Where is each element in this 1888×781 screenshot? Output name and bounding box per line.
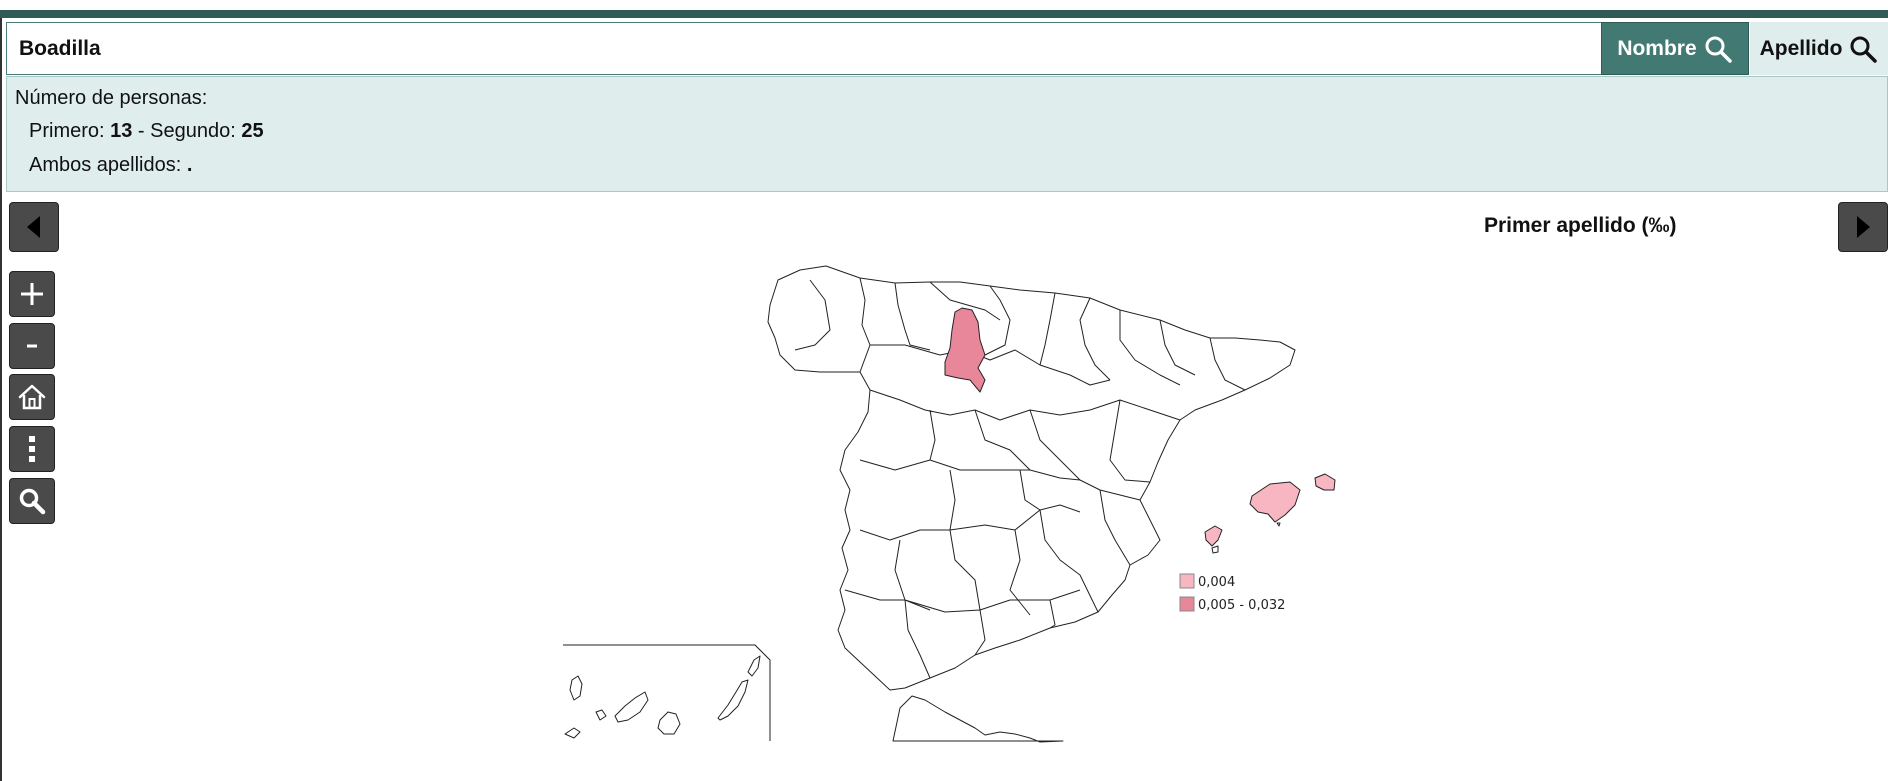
province-highlight-low-menorca xyxy=(1314,473,1336,491)
legend-label-low: 0,004 xyxy=(1198,575,1235,590)
canary-tenerife xyxy=(614,691,649,723)
legend-label-high: 0,005 - 0,032 xyxy=(1198,598,1285,613)
province-highlight-low-ibiza xyxy=(1204,525,1223,547)
canary-fuerteventura xyxy=(717,679,749,721)
cabrera-shape xyxy=(1276,522,1281,527)
canary-la-palma xyxy=(569,675,583,701)
canary-hierro xyxy=(564,727,581,739)
mainland-outline xyxy=(767,265,1296,691)
formentera-shape xyxy=(1211,545,1219,554)
legend-swatch-high xyxy=(1179,596,1195,612)
province-highlight-low-mallorca xyxy=(1249,481,1301,523)
canary-la-gomera xyxy=(595,709,607,721)
canary-lanzarote xyxy=(747,655,761,677)
north-africa-coast xyxy=(892,695,1064,743)
legend-swatch-low xyxy=(1179,573,1195,589)
canary-gran-canaria xyxy=(657,711,681,735)
spain-province-map[interactable]: 0,004 0,005 - 0,032 xyxy=(0,0,1888,781)
map-legend: 0,004 0,005 - 0,032 xyxy=(1179,573,1285,613)
